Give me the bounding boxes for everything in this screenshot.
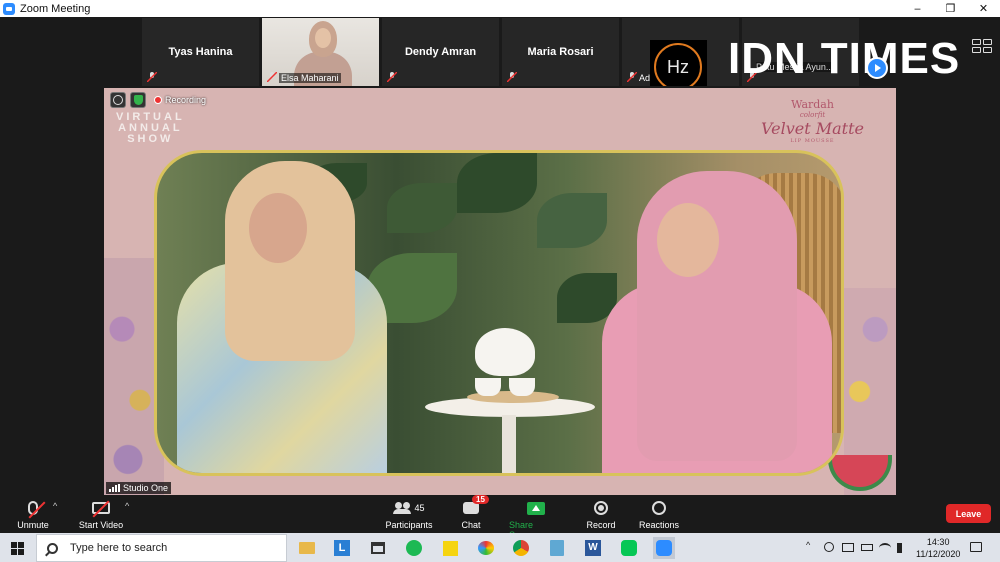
next-page-button[interactable] <box>866 57 888 79</box>
recording-label: Recording <box>165 95 207 105</box>
spotify-icon[interactable] <box>403 537 425 559</box>
close-button[interactable]: ✕ <box>967 0 1000 17</box>
line-icon[interactable] <box>618 537 640 559</box>
zoom-app-icon <box>3 2 15 15</box>
brand-name: Wardah <box>791 98 834 111</box>
battery-icon[interactable] <box>861 544 873 551</box>
tray-app-icon[interactable] <box>824 542 834 552</box>
record-button[interactable]: Record <box>585 499 617 530</box>
participants-label: Participants <box>385 520 433 530</box>
participant-name: Tyas Hanina <box>168 46 233 58</box>
speaker-label: Studio One <box>106 482 172 494</box>
windows-start-icon[interactable] <box>11 542 24 555</box>
participants-icon <box>393 502 412 514</box>
volume-icon[interactable] <box>897 543 907 553</box>
video-options-chevron-icon[interactable]: ^ <box>125 501 129 511</box>
info-icon[interactable] <box>110 92 126 108</box>
unmute-button[interactable]: Unmute <box>16 499 50 530</box>
zoom-taskbar-icon[interactable] <box>653 537 675 559</box>
brand-product: Velvet Matte <box>761 119 864 138</box>
active-speaker-video: VIRTUAL ANNUAL SHOW Wardah colorfit Velv… <box>104 88 896 495</box>
reactions-label: Reactions <box>638 520 680 530</box>
leave-button[interactable]: Leave <box>946 504 991 523</box>
muted-mic-icon <box>507 72 517 82</box>
participant-name: Elsa Maharani <box>279 73 341 83</box>
reactions-smiley-icon <box>652 501 666 515</box>
clock-time: 14:30 <box>926 537 950 547</box>
start-video-label: Start Video <box>78 520 124 530</box>
minimize-button[interactable]: ‒ <box>901 0 934 17</box>
record-label: Record <box>586 520 616 530</box>
avatar-initials: Hz <box>654 43 702 91</box>
brand-logo: Wardah colorfit Velvet Matte LIP MOUSSE <box>761 98 864 144</box>
store-icon[interactable] <box>367 537 389 559</box>
event-logo: VIRTUAL ANNUAL SHOW <box>116 111 185 145</box>
muted-mic-icon <box>147 72 157 82</box>
word-icon[interactable]: W <box>582 537 604 559</box>
gallery-strip: Tyas Hanina Elsa Maharani Dendy Amran Ma… <box>0 17 1000 96</box>
wifi-icon[interactable] <box>879 543 891 553</box>
video-off-icon <box>92 500 110 518</box>
studio-scene <box>154 150 844 476</box>
muted-mic-icon <box>387 72 397 82</box>
file-explorer-icon[interactable] <box>296 537 318 559</box>
search-placeholder: Type here to search <box>70 542 168 554</box>
recording-indicator: Recording <box>154 95 206 105</box>
security-shield-icon[interactable] <box>130 92 146 108</box>
participant-tile[interactable]: Maria Rosari <box>502 18 619 86</box>
title-bar: Zoom Meeting ‒ ❐ ✕ <box>0 0 1000 17</box>
taskbar-search-box[interactable]: Type here to search <box>36 534 287 562</box>
window-controls: ‒ ❐ ✕ <box>901 0 1000 17</box>
notifications-icon[interactable] <box>970 542 982 552</box>
recording-dot-icon <box>154 96 162 104</box>
idn-times-watermark: IDN TIMES <box>728 37 960 81</box>
maximize-button[interactable]: ❐ <box>934 0 967 17</box>
window-title: Zoom Meeting <box>20 2 91 15</box>
tray-overflow-chevron-icon[interactable]: ^ <box>806 540 810 550</box>
share-screen-icon <box>527 501 545 515</box>
signal-bars-icon <box>109 484 120 492</box>
paint-icon[interactable] <box>475 537 497 559</box>
muted-mic-icon <box>627 72 637 82</box>
meeting-status-badges: Recording <box>110 92 206 108</box>
gallery-view-icon[interactable] <box>972 39 992 53</box>
muted-mic-icon <box>267 72 277 82</box>
unmute-label: Unmute <box>17 520 49 530</box>
taskbar-clock[interactable]: 14:30 11/12/2020 <box>916 536 960 560</box>
watermark-right: TIMES <box>820 34 961 83</box>
search-icon <box>47 542 58 554</box>
windows-taskbar: Type here to search L W ^ 14:30 11/12/20… <box>0 533 1000 562</box>
chat-unread-badge: 15 <box>472 495 489 504</box>
launcher-l-icon[interactable]: L <box>331 537 353 559</box>
participant-name: Dendy Amran <box>404 46 477 58</box>
participant-tile[interactable]: Dendy Amran <box>382 18 499 86</box>
participant-tile[interactable]: Tyas Hanina <box>142 18 259 86</box>
chat-button[interactable]: 15 Chat <box>458 495 489 530</box>
sticky-notes-icon[interactable] <box>439 537 461 559</box>
zoom-window: Zoom Meeting ‒ ❐ ✕ Tyas Hanina Elsa Maha… <box>0 0 1000 562</box>
meeting-toolbar: Unmute ^ Start Video ^ 45 Participants 1… <box>0 495 1000 540</box>
participants-button[interactable]: 45 Participants <box>385 499 433 530</box>
brand-subline: colorfit <box>799 111 826 119</box>
participant-tile[interactable]: Elsa Maharani <box>262 18 379 86</box>
participants-count: 45 <box>414 503 425 513</box>
brand-product-type: LIP MOUSSE <box>790 138 835 144</box>
participant-name: Maria Rosari <box>527 46 594 58</box>
audio-options-chevron-icon[interactable]: ^ <box>53 501 57 511</box>
watermark-left: IDN <box>728 34 807 83</box>
tray-display-icon[interactable] <box>842 543 854 552</box>
record-icon <box>594 501 608 515</box>
notepad-icon[interactable] <box>546 537 568 559</box>
start-video-button[interactable]: Start Video <box>78 499 124 530</box>
chat-label: Chat <box>461 520 481 530</box>
clock-date: 11/12/2020 <box>916 549 961 559</box>
main-stage: VIRTUAL ANNUAL SHOW Wardah colorfit Velv… <box>0 86 1000 495</box>
speaker-name: Studio One <box>123 483 169 493</box>
reactions-button[interactable]: Reactions <box>639 499 679 530</box>
microphone-muted-icon <box>28 501 46 519</box>
teapot <box>475 328 535 376</box>
chrome-icon[interactable] <box>510 537 532 559</box>
